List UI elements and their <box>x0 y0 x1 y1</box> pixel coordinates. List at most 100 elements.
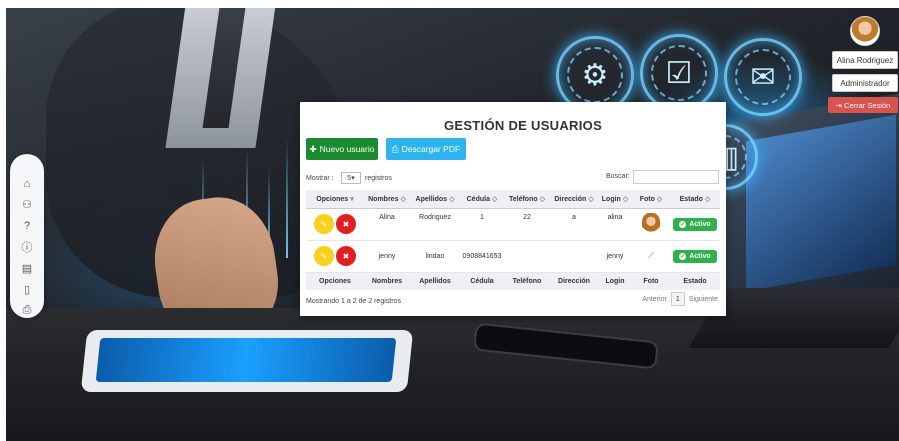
edit-button[interactable]: ✎ <box>314 246 334 266</box>
page-length-select[interactable]: 5 ▾ <box>341 172 361 184</box>
table-row: ✎ ✖ Alina Rodriguez 1 22 a alina ✓ Activo <box>306 208 720 241</box>
home-icon[interactable]: ⌂ <box>18 176 36 191</box>
cell-foto: ⟋ <box>632 240 670 273</box>
sort-icon: ◇ <box>588 195 594 203</box>
info-icon[interactable]: ⓘ <box>18 239 36 255</box>
footer-header: Opciones <box>306 271 364 290</box>
chevron-down-icon: ▾ <box>351 175 355 182</box>
options-cell: ✎ ✖ <box>306 208 364 241</box>
logout-button[interactable]: ⇥ Cerrar Sesión <box>828 97 898 113</box>
printer-icon[interactable]: ⎙ <box>18 303 36 318</box>
edit-button[interactable]: ✎ <box>314 214 334 234</box>
background-tablet-screen <box>95 338 397 382</box>
footer-header: Estado <box>670 271 720 290</box>
table-footer-row: Opciones Nombres Apellidos Cédula Teléfo… <box>306 271 720 290</box>
sort-icon: ◇ <box>704 195 711 203</box>
table-row: ✎ ✖ jenny lindao 0908841653 jenny ⟋ ✓ Act… <box>306 240 720 273</box>
search-label: Buscar: <box>606 173 630 180</box>
sort-icon: ◇ <box>491 195 498 203</box>
cell-login: jenny <box>598 240 632 273</box>
archive-icon[interactable]: ▤ <box>18 261 36 276</box>
cell-nombres: Alina <box>364 208 410 241</box>
user-name-button[interactable]: Alina Rodriguez <box>832 51 898 69</box>
logout-label: Cerrar Sesión <box>844 100 891 110</box>
new-user-button[interactable]: ✚ Nuevo usuario <box>306 138 378 160</box>
sort-icon: ◇ <box>622 195 629 203</box>
users-management-panel: GESTIÓN DE USUARIOS ✚ Nuevo usuario ⎙ De… <box>300 102 726 316</box>
avatar[interactable] <box>850 16 880 46</box>
search-input[interactable] <box>633 170 719 184</box>
footer-header: Teléfono <box>504 271 550 290</box>
records-label: registros <box>365 175 392 182</box>
edit-icon: ✎ <box>320 219 328 229</box>
cell-direccion <box>550 240 598 273</box>
status-badge[interactable]: ✓ Activo <box>673 217 717 231</box>
user-delete-icon: ✖ <box>342 251 350 261</box>
footer-header: Nombres <box>364 271 410 290</box>
sort-icon: ▾ <box>350 195 354 203</box>
check-icon: ✓ <box>679 252 687 260</box>
users-icon[interactable]: ⚇ <box>18 197 36 212</box>
column-header[interactable]: Opciones ▾ <box>306 190 364 209</box>
printer-icon: ⎙ <box>391 143 399 154</box>
edit-icon: ✎ <box>320 251 328 261</box>
current-page-button[interactable]: 1 <box>670 292 685 306</box>
cell-cedula: 1 <box>460 208 504 241</box>
new-user-label: Nuevo usuario <box>319 144 375 154</box>
pagination: Anterior 1 Siguiente <box>642 292 718 306</box>
download-pdf-label: Descargar PDF <box>401 144 461 154</box>
column-header[interactable]: Teléfono ◇ <box>504 190 550 209</box>
next-page-button[interactable]: Siguiente <box>689 296 718 303</box>
footer-header: Apellidos <box>410 271 460 290</box>
cell-apellidos: Rodriguez <box>410 208 460 241</box>
footer-header: Cédula <box>460 271 504 290</box>
table-controls: Mostrar : 5 ▾ registros Buscar: <box>306 170 720 186</box>
sort-icon: ◇ <box>449 195 455 203</box>
sort-icon: ◇ <box>539 195 546 203</box>
delete-button[interactable]: ✖ <box>336 246 356 266</box>
column-header[interactable]: Estado ◇ <box>670 190 720 209</box>
light-streak <box>286 138 288 258</box>
user-panel: Alina Rodriguez Administrador ⇥ Cerrar S… <box>828 16 898 113</box>
background-laptop-screen <box>746 114 896 292</box>
footer-header: Foto <box>632 271 670 290</box>
column-header[interactable]: Cédula ◇ <box>460 190 504 209</box>
users-table: Opciones ▾ Nombres ◇ Apellidos ◇ Cédula ◇ Te… <box>306 190 720 290</box>
status-badge[interactable]: ✓ Activo <box>673 249 717 263</box>
show-label: Mostrar : <box>306 175 334 182</box>
cell-login: alina <box>598 208 632 241</box>
cell-telefono: 22 <box>504 208 550 241</box>
cell-estado: ✓ Activo <box>670 240 720 273</box>
cell-estado: ✓ Activo <box>670 208 720 241</box>
previous-page-button[interactable]: Anterior <box>642 296 667 303</box>
user-role-button[interactable]: Administrador <box>832 74 898 92</box>
table-header-row: Opciones ▾ Nombres ◇ Apellidos ◇ Cédula ◇ Te… <box>306 190 720 209</box>
check-icon: ✓ <box>679 220 687 228</box>
chat-icon: ✉ <box>724 38 802 116</box>
download-pdf-button[interactable]: ⎙ Descargar PDF <box>386 138 466 160</box>
column-header[interactable]: Foto ◇ <box>632 190 670 209</box>
table-info: Mostrando 1 a 2 de 2 registros <box>306 298 401 305</box>
sort-icon: ◇ <box>400 195 406 203</box>
options-cell: ✎ ✖ <box>306 240 364 273</box>
cell-apellidos: lindao <box>410 240 460 273</box>
footer-header: Login <box>598 271 632 290</box>
help-icon[interactable]: ? <box>18 218 36 233</box>
delete-button[interactable]: ✖ <box>336 214 356 234</box>
footer-header: Dirección <box>550 271 598 290</box>
column-header[interactable]: Login ◇ <box>598 190 632 209</box>
column-header[interactable]: Apellidos ◇ <box>410 190 460 209</box>
cell-telefono <box>504 240 550 273</box>
user-delete-icon: ✖ <box>342 219 350 229</box>
cell-direccion: a <box>550 208 598 241</box>
user-photo <box>642 213 660 235</box>
phone-icon[interactable]: ▯ <box>18 282 36 297</box>
column-header[interactable]: Nombres ◇ <box>364 190 410 209</box>
cell-nombres: jenny <box>364 240 410 273</box>
column-header[interactable]: Dirección ◇ <box>550 190 598 209</box>
checklist-icon: ☑ <box>640 34 718 112</box>
cell-foto <box>632 208 670 241</box>
plus-icon: ✚ <box>309 143 317 154</box>
page-title: GESTIÓN DE USUARIOS <box>443 118 603 133</box>
side-navigation: ⌂ ⚇ ? ⓘ ▤ ▯ ⎙ <box>10 154 44 318</box>
